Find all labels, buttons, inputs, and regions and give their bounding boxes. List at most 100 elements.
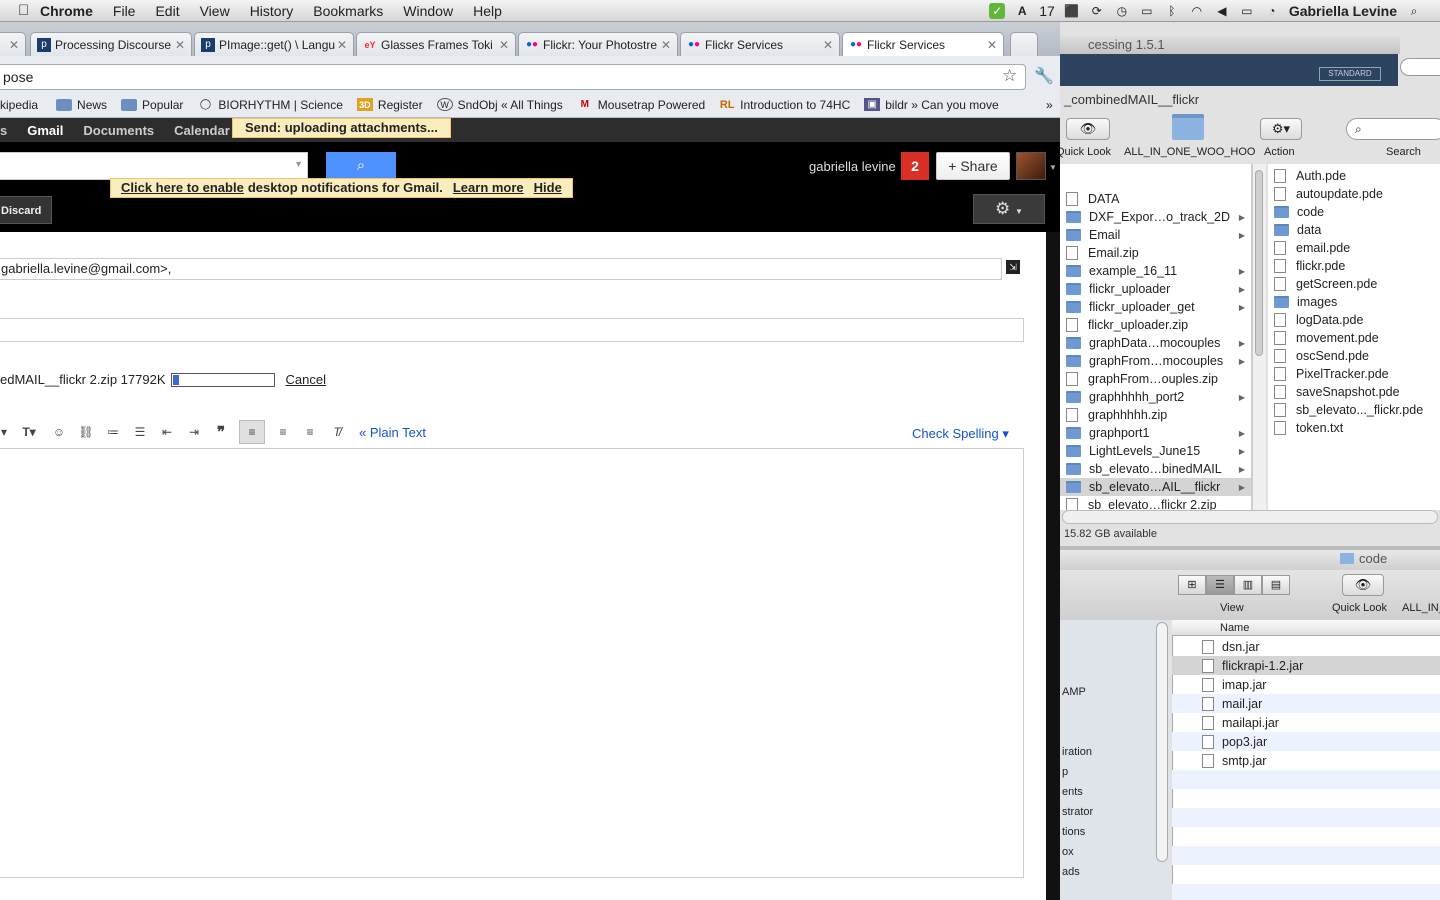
page-scrollbar[interactable] (1046, 232, 1060, 900)
link-icon[interactable]: ⛓ (77, 423, 95, 441)
tab-close-icon[interactable]: ✕ (9, 38, 19, 52)
folder-icon[interactable] (1172, 114, 1204, 140)
processing-toolbar-pill[interactable] (1400, 58, 1440, 76)
to-field[interactable]: gabriella.levine@gmail.com>, (0, 258, 1002, 280)
finder-item[interactable]: flickr.pde (1268, 257, 1440, 275)
finder-item[interactable]: graphport1 ▶ (1060, 424, 1251, 442)
expand-icon[interactable]: ⇲ (1006, 260, 1020, 274)
adobe-icon[interactable]: A (1014, 3, 1030, 19)
battery-icon[interactable]: ▭ (1239, 3, 1255, 19)
check-spelling-link[interactable]: Check Spelling ▾ (912, 426, 1009, 442)
wrench-icon[interactable]: 🔧 (1034, 66, 1054, 86)
finder-item[interactable]: autoupdate.pde (1268, 185, 1440, 203)
finder-item[interactable]: DXF_Expor…o_track_2D ▶ (1060, 208, 1251, 226)
menu-help[interactable]: Help (463, 3, 512, 19)
menu-bookmarks[interactable]: Bookmarks (303, 3, 393, 19)
horizontal-scrollbar[interactable] (1062, 510, 1438, 524)
message-body[interactable] (0, 448, 1024, 878)
tab-close-icon[interactable]: ✕ (987, 38, 997, 52)
finder-item[interactable]: movement.pde (1268, 329, 1440, 347)
tab-close-icon[interactable]: ✕ (175, 38, 185, 52)
file-list-row[interactable]: imap.jar (1172, 675, 1440, 694)
sidebar-item[interactable]: strator (1060, 802, 1170, 822)
evernote-icon[interactable]: ✓ (989, 3, 1006, 19)
mode-badge[interactable]: STANDARD (1319, 67, 1381, 81)
finder-item[interactable]: Auth.pde (1268, 167, 1440, 185)
align-left-icon[interactable]: ≡ (239, 420, 265, 444)
finder-item[interactable]: graphData…mocouples ▶ (1060, 334, 1251, 352)
menu-file[interactable]: File (103, 3, 146, 19)
finder-item[interactable]: PixelTracker.pde (1268, 365, 1440, 383)
align-center-icon[interactable]: ≡ (274, 423, 292, 441)
finder-item[interactable]: graphhhhh.zip (1060, 406, 1251, 424)
finder-item[interactable]: Email.zip (1060, 244, 1251, 262)
tab-pimage-get[interactable]: p PImage::get() \ Langu ✕ (194, 32, 354, 56)
tab-close-icon[interactable]: ✕ (499, 38, 509, 52)
finder-item[interactable]: flickr_uploader ▶ (1060, 280, 1251, 298)
notification-count-badge[interactable]: 2 (901, 152, 929, 180)
gbar-item[interactable]: s (0, 123, 7, 138)
settings-gear-icon[interactable]: ⚙ ▼ (973, 194, 1045, 224)
quick-look-button[interactable]: 👁 (1066, 118, 1110, 140)
gbar-documents[interactable]: Documents (83, 123, 154, 138)
gbar-gmail[interactable]: Gmail (27, 123, 63, 138)
bookmark-item[interactable]: kipedia (0, 98, 38, 112)
time-machine-icon[interactable]: ◷ (1114, 3, 1130, 19)
finder-search-input[interactable]: ⌕ (1346, 118, 1440, 140)
column-view-icon[interactable]: ▥ (1234, 575, 1262, 595)
finder-item[interactable]: sb_elevato…binedMAIL ▶ (1060, 460, 1251, 478)
emoji-icon[interactable]: ☺ (50, 423, 68, 441)
tab-glasses-frames[interactable]: eY Glasses Frames Toki ✕ (356, 32, 516, 56)
menu-app-name[interactable]: Chrome (30, 3, 103, 19)
tab-close-icon[interactable]: ✕ (661, 38, 671, 52)
file-list-row[interactable]: mail.jar (1172, 694, 1440, 713)
sidebar-item[interactable]: AMP (1060, 682, 1170, 702)
finder-item[interactable]: code (1268, 203, 1440, 221)
bookmark-folder-popular[interactable]: Popular (121, 98, 183, 112)
bookmark-register[interactable]: 3D Register (356, 98, 423, 112)
share-button[interactable]: + Share (936, 152, 1010, 180)
gmail-search-input[interactable]: ▼ (0, 152, 308, 180)
finder-item[interactable]: getScreen.pde (1268, 275, 1440, 293)
bookmark-74hc[interactable]: RL Introduction to 74HC (719, 98, 850, 112)
finder-item[interactable]: graphFrom…ouples.zip (1060, 370, 1251, 388)
subject-field[interactable] (0, 318, 1024, 342)
bookmark-biorhythm[interactable]: ◯ BIORHYTHM | Science (197, 98, 343, 112)
bookmark-mousetrap[interactable]: M Mousetrap Powered (577, 98, 706, 112)
plain-text-link[interactable]: « Plain Text (359, 425, 426, 440)
bookmark-bildr[interactable]: ▣ bildr » Can you move (864, 98, 999, 112)
coverflow-view-icon[interactable]: ▤ (1262, 575, 1290, 595)
tab-flickr-services-1[interactable]: ● ● Flickr Services ✕ (680, 32, 840, 56)
search-button[interactable]: ⌕ (326, 152, 396, 180)
finder-item[interactable]: images (1268, 293, 1440, 311)
menu-history[interactable]: History (240, 3, 304, 19)
tab-close-icon[interactable]: ✕ (337, 38, 347, 52)
tab-processing-discourse[interactable]: p Processing Discourse ✕ (30, 32, 192, 56)
file-list-row[interactable]: smtp.jar (1172, 751, 1440, 770)
wifi-icon[interactable]: ◠ (1189, 3, 1205, 19)
gbar-calendar[interactable]: Calendar (174, 123, 230, 138)
align-right-icon[interactable]: ≡ (301, 423, 319, 441)
sidebar-item[interactable]: ents (1060, 782, 1170, 802)
new-tab-button[interactable] (1010, 32, 1038, 56)
indent-less-icon[interactable]: ⇤ (158, 423, 176, 441)
sidebar-item[interactable]: iration (1060, 742, 1170, 762)
volume-icon[interactable]: ◀ (1214, 3, 1230, 19)
spotlight-icon[interactable]: ⌕ (1406, 3, 1422, 19)
action-button[interactable]: ⚙▾ (1260, 118, 1302, 140)
finder-item[interactable]: logData.pde (1268, 311, 1440, 329)
remove-formatting-icon[interactable]: T̸ (328, 423, 346, 441)
icon-view-icon[interactable]: ⊞ (1178, 575, 1206, 595)
bookmarks-overflow-icon[interactable]: » (1046, 98, 1053, 112)
bulleted-list-icon[interactable]: ☰ (131, 423, 149, 441)
dropbox-icon[interactable]: ⬛ (1064, 3, 1080, 19)
file-list-row[interactable]: dsn.jar (1172, 637, 1440, 656)
menu-window[interactable]: Window (393, 3, 463, 19)
apple-icon[interactable]:  (0, 2, 30, 19)
column-scroll-thumb[interactable] (1255, 170, 1263, 356)
sidebar-item[interactable]: tions (1060, 822, 1170, 842)
finder-item[interactable]: Email ▶ (1060, 226, 1251, 244)
list-view-icon[interactable]: ☰ (1206, 575, 1234, 595)
file-list-row[interactable]: flickrapi-1.2.jar (1172, 656, 1440, 675)
quote-icon[interactable]: ❞ (212, 423, 230, 441)
